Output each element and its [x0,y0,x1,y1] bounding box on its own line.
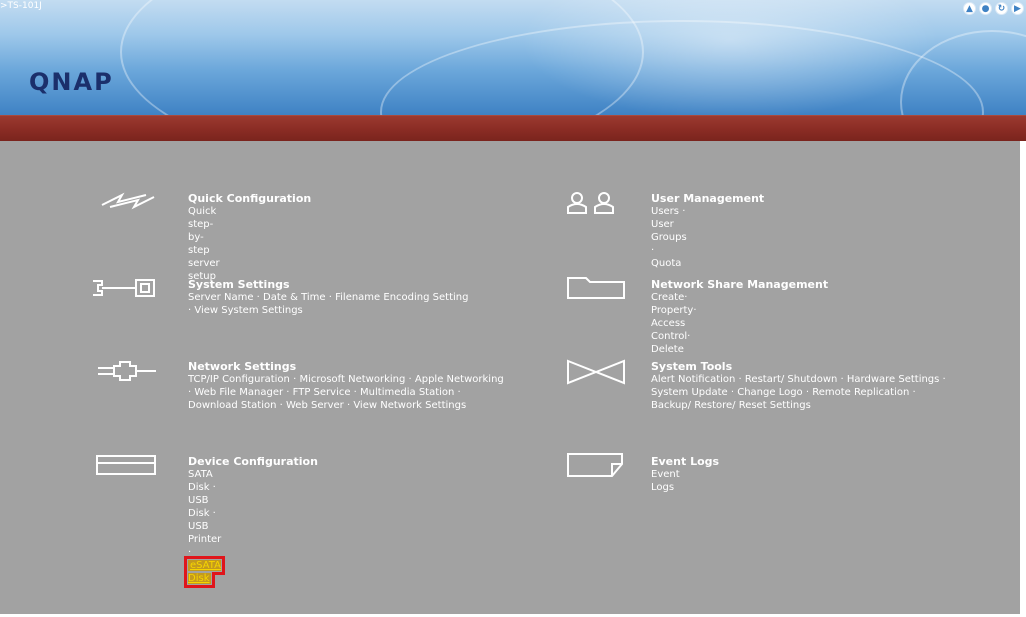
user-mgmt-title[interactable]: User Management [651,192,764,205]
link-usb-printer[interactable]: USB Printer [188,521,221,545]
link-quota[interactable]: Quota [651,258,681,269]
system-tools-links: Alert Notification · Restart/ Shutdown ·… [651,374,946,411]
header-banner: >TS-101J QNAP ▲ ● ↻ ▶ [0,0,1026,115]
qnap-logo: QNAP [29,68,114,96]
link-alert-notification[interactable]: Alert Notification [651,374,735,385]
link-change-logo[interactable]: Change Logo [737,387,802,398]
share-mgmt-title[interactable]: Network Share Management [651,278,828,291]
users-icon [567,192,614,214]
link-view-system-settings[interactable]: View System Settings [194,305,302,316]
home-icon[interactable]: ▲ [963,2,976,15]
title-bar [0,115,1026,141]
link-access-control[interactable]: Access Control [651,318,687,342]
network-settings-title[interactable]: Network Settings [188,360,296,373]
top-icon-bar: ▲ ● ↻ ▶ [963,2,1024,15]
event-logs-links: Event Logs [651,468,680,494]
link-property[interactable]: Property [651,305,693,316]
link-create[interactable]: Create [651,292,684,303]
system-tools-title[interactable]: System Tools [651,360,732,373]
event-logs-icon [567,453,623,477]
link-ftp-service[interactable]: FTP Service [293,387,351,398]
device-config-title[interactable]: Device Configuration [188,455,318,468]
link-multimedia-station[interactable]: Multimedia Station [360,387,454,398]
link-download-station[interactable]: Download Station [188,400,276,411]
quick-config-desc[interactable]: Quick step-by-step server setup [188,205,220,283]
network-settings-links: TCP/IP Configuration · Microsoft Network… [188,374,504,411]
system-settings-title[interactable]: System Settings [188,278,290,291]
logo-text: QNAP [29,68,114,96]
link-sata-disk[interactable]: SATA Disk [188,469,213,493]
logout-icon[interactable]: ▶ [1011,2,1024,15]
link-date-time[interactable]: Date & Time [263,292,326,303]
link-server-name[interactable]: Server Name [188,292,253,303]
link-system-update[interactable]: System Update [651,387,728,398]
support-icon[interactable]: ↻ [995,2,1008,15]
link-remote-replication[interactable]: Remote Replication [812,387,909,398]
system-tools-icon [567,359,625,385]
device-config-icon [96,455,156,475]
link-web-server[interactable]: Web Server [286,400,344,411]
system-settings-links: Server Name · Date & Time · Filename Enc… [188,292,469,316]
link-backup-restore-reset[interactable]: Backup/ Restore/ Reset Settings [651,400,811,411]
link-apple-networking[interactable]: Apple Networking [415,374,504,385]
link-user-groups[interactable]: User Groups [651,219,687,243]
device-label[interactable]: >TS-101J [0,1,42,11]
link-view-network-settings[interactable]: View Network Settings [353,400,466,411]
quick-config-icon [101,192,155,210]
link-tcpip[interactable]: TCP/IP Configuration [188,374,290,385]
link-restart-shutdown[interactable]: Restart/ Shutdown [745,374,837,385]
link-usb-disk[interactable]: USB Disk [188,495,209,519]
link-microsoft-networking[interactable]: Microsoft Networking [299,374,405,385]
user-mgmt-links: Users · User Groups · Quota [651,206,687,269]
link-web-file-manager[interactable]: Web File Manager [194,387,283,398]
main-menu-panel: Quick Configuration Quick step-by-step s… [0,141,1026,614]
link-users[interactable]: Users [651,206,679,217]
link-delete[interactable]: Delete [651,344,684,355]
device-config-links: SATA Disk · USB Disk · USB Printer · eSA… [184,469,225,588]
help-icon[interactable]: ● [979,2,992,15]
quick-config-title[interactable]: Quick Configuration [188,192,311,205]
link-hardware-settings[interactable]: Hardware Settings [847,374,939,385]
link-filename-encoding[interactable]: Filename Encoding Setting [335,292,468,303]
network-settings-icon [98,361,156,381]
event-logs-title[interactable]: Event Logs [651,455,719,468]
system-settings-icon [93,279,155,297]
link-esata-disk[interactable]: eSATA Disk [184,556,225,588]
share-mgmt-links: Create· Property· Access Control· Delete [651,292,697,355]
link-event-logs[interactable]: Event Logs [651,469,680,493]
folder-icon [567,277,625,299]
